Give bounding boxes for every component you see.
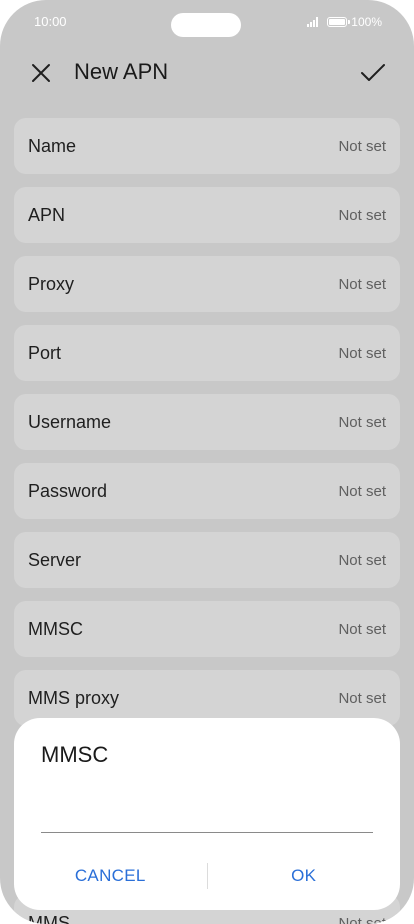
ok-button[interactable]: OK [208, 866, 401, 886]
camera-pill [171, 13, 241, 37]
confirm-button[interactable] [358, 58, 388, 88]
field-row-password[interactable]: Password Not set [14, 463, 400, 519]
field-row-server[interactable]: Server Not set [14, 532, 400, 588]
field-label: MMS proxy [28, 687, 120, 708]
status-bar: 10:00 100% [0, 0, 414, 46]
status-time: 10:00 [34, 14, 67, 29]
field-row-port[interactable]: Port Not set [14, 325, 400, 381]
battery-icon [327, 17, 351, 27]
field-label: Server [28, 549, 82, 570]
phone-screen: 10:00 100% New APN Name Not set APN Not … [0, 0, 414, 924]
field-value: Not set [338, 344, 386, 362]
field-label: Port [28, 342, 62, 363]
dialog-actions: CANCEL OK [14, 858, 400, 894]
field-row-name[interactable]: Name Not set [14, 118, 400, 174]
status-indicators: 100% [307, 15, 382, 29]
check-icon [361, 64, 385, 81]
field-label: Proxy [28, 273, 75, 294]
field-label: MMSC [28, 618, 83, 639]
field-value: Not set [338, 620, 386, 638]
field-row-username[interactable]: Username Not set [14, 394, 400, 450]
page-title: New APN [74, 59, 169, 84]
field-row-proxy[interactable]: Proxy Not set [14, 256, 400, 312]
field-value: Not set [338, 413, 386, 431]
field-row-apn[interactable]: APN Not set [14, 187, 400, 243]
battery-percent: 100% [351, 15, 382, 29]
mmsc-input-dialog: MMSC CANCEL OK [14, 718, 400, 910]
field-label: Name [28, 135, 77, 156]
field-value: Not set [338, 689, 386, 707]
field-label: APN [28, 204, 66, 225]
apn-field-list: Name Not set APN Not set Proxy Not set P… [14, 118, 400, 739]
signal-icon [307, 17, 321, 27]
field-row-mmsc[interactable]: MMSC Not set [14, 601, 400, 657]
cancel-button[interactable]: CANCEL [14, 866, 207, 886]
field-value: Not set [338, 275, 386, 293]
app-bar: New APN [0, 48, 414, 98]
field-value: Not set [338, 482, 386, 500]
field-value: Not set [338, 137, 386, 155]
field-label: Username [28, 411, 112, 432]
close-button[interactable] [26, 58, 56, 88]
mmsc-input[interactable] [41, 784, 373, 833]
field-value: Not set [338, 914, 386, 924]
field-label: MMS [28, 912, 70, 924]
close-icon [32, 64, 50, 82]
field-value: Not set [338, 551, 386, 569]
field-value: Not set [338, 206, 386, 224]
field-label: Password [28, 480, 108, 501]
dialog-title: MMSC [41, 742, 109, 767]
